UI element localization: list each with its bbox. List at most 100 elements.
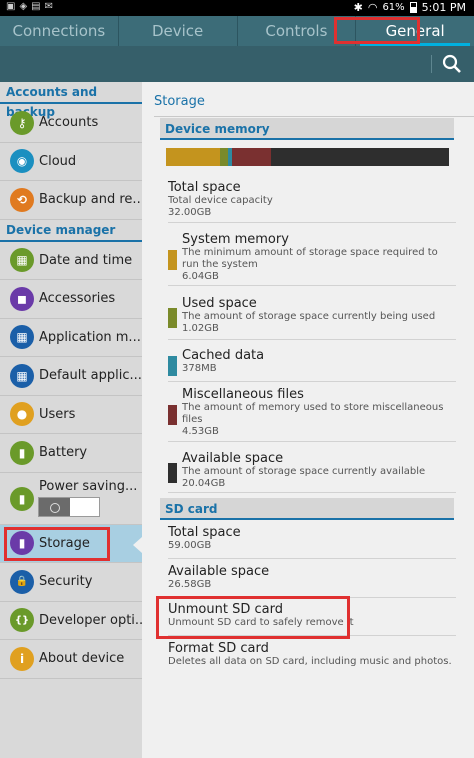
row-value: 6.04GB xyxy=(182,271,219,282)
wifi-icon: ◠ xyxy=(367,1,378,14)
sidebar-item-label: Power saving... xyxy=(39,478,138,494)
tab-device[interactable]: Device xyxy=(119,16,238,46)
search-button[interactable] xyxy=(440,52,464,76)
row-title: System memory xyxy=(182,232,289,247)
row-value: 59.00GB xyxy=(168,540,212,551)
storage-usage-bar xyxy=(166,148,449,166)
sidebar-item-application-manager[interactable]: ▦ Application m... xyxy=(0,319,142,357)
sidebar-item-label: Application m... xyxy=(39,329,141,345)
section-sd-card: SD card xyxy=(160,498,454,520)
row-value: 26.58GB xyxy=(168,579,212,590)
battery-percent: 61% xyxy=(382,2,405,13)
row-title: Used space xyxy=(182,296,257,311)
row-sd-available-space: Available space 26.58GB xyxy=(168,564,456,598)
bluetooth-icon: ✱ xyxy=(353,1,363,14)
row-title: Available space xyxy=(182,451,284,466)
sidebar-item-date-and-time[interactable]: ▦ Date and time xyxy=(0,242,142,280)
sidebar-item-developer-options[interactable]: {} Developer opti... xyxy=(0,602,142,640)
misc-files-swatch xyxy=(168,405,177,425)
sidebar-item-label: Accessories xyxy=(39,291,116,307)
notification-icon: ▤ xyxy=(31,1,41,12)
row-desc: Deletes all data on SD card, including m… xyxy=(168,656,452,667)
row-desc: Total device capacity xyxy=(168,195,273,206)
sidebar-item-accounts[interactable]: ⚷ Accounts xyxy=(0,104,142,143)
row-sd-total-space: Total space 59.00GB xyxy=(168,525,456,559)
cached-data-swatch xyxy=(168,356,177,376)
row-value: 1.02GB xyxy=(182,323,219,334)
usage-bar-segment xyxy=(219,148,229,166)
storage-panel: Storage Device memory Total space Total … xyxy=(142,82,474,758)
sidebar: Accounts and backup ⚷ Accounts ◉ Cloud ⟲… xyxy=(0,82,142,758)
tab-connections[interactable]: Connections xyxy=(0,16,119,46)
notification-icon: ✉ xyxy=(44,1,53,12)
title-divider xyxy=(154,116,474,117)
sidebar-item-about-device[interactable]: i About device xyxy=(0,640,142,679)
available-space-swatch xyxy=(168,463,177,483)
row-miscellaneous-files: Miscellaneous files The amount of memory… xyxy=(168,387,456,442)
sidebar-item-label: Users xyxy=(39,406,76,422)
sidebar-item-users[interactable]: ● Users xyxy=(0,396,142,434)
tab-general-highlight xyxy=(334,17,420,44)
row-value: 20.04GB xyxy=(182,478,226,489)
sidebar-item-battery[interactable]: ▮ Battery xyxy=(0,434,142,473)
sidebar-item-label: Security xyxy=(39,574,93,590)
notification-icon: ◈ xyxy=(19,1,28,12)
backup-icon: ⟲ xyxy=(10,187,34,212)
sidebar-item-label: About device xyxy=(39,651,125,667)
row-value: 4.53GB xyxy=(182,426,219,437)
apps-icon: ▦ xyxy=(10,325,34,350)
row-title: Cached data xyxy=(182,348,265,363)
battery-icon xyxy=(409,2,417,13)
row-value: 378MB xyxy=(182,363,217,374)
row-system-memory: System memory The minimum amount of stor… xyxy=(168,232,456,286)
status-bar: ▣ ◈ ▤ ✉ ✱ ◠ 61% 5:01 PM xyxy=(0,0,474,16)
sidebar-item-label: Battery xyxy=(39,445,88,461)
row-desc: The amount of storage space currently be… xyxy=(182,311,436,322)
row-title: Total space xyxy=(168,180,241,195)
sidebar-item-power-saving[interactable]: ▮ Power saving... xyxy=(0,473,142,525)
sidebar-item-cloud[interactable]: ◉ Cloud xyxy=(0,143,142,181)
toggle-knob xyxy=(39,497,70,516)
usage-bar-segment xyxy=(231,148,272,166)
usage-bar-segment xyxy=(271,148,449,166)
format-sd-card-option[interactable]: Format SD card Deletes all data on SD ca… xyxy=(168,641,456,675)
sidebar-item-label: Developer opti... xyxy=(39,612,142,628)
row-desc: The amount of memory used to store misce… xyxy=(182,402,444,425)
developer-icon: {} xyxy=(10,608,34,633)
default-apps-icon: ▦ xyxy=(10,363,34,388)
section-device-memory: Device memory xyxy=(160,118,454,140)
row-title: Miscellaneous files xyxy=(182,387,304,402)
cloud-icon: ◉ xyxy=(10,149,34,174)
row-title: Available space xyxy=(168,564,270,579)
usage-bar-segment xyxy=(166,148,220,166)
row-available-space: Available space The amount of storage sp… xyxy=(168,451,456,493)
row-title: Total space xyxy=(168,525,241,540)
row-title: Format SD card xyxy=(168,641,269,656)
storage-highlight xyxy=(4,527,110,561)
section-accounts-and-backup: Accounts and backup xyxy=(0,82,142,119)
notification-icons: ▣ ◈ ▤ ✉ xyxy=(6,1,53,12)
row-total-space: Total space Total device capacity 32.00G… xyxy=(168,180,456,223)
notification-icon: ▣ xyxy=(6,1,16,12)
key-icon: ⚷ xyxy=(10,110,34,135)
calendar-icon: ▦ xyxy=(10,248,34,273)
sidebar-item-default-applications[interactable]: ▦ Default applic... xyxy=(0,357,142,396)
power-saving-toggle[interactable] xyxy=(38,496,100,517)
sidebar-item-security[interactable]: 🔒 Security xyxy=(0,563,142,602)
unmount-highlight xyxy=(156,596,350,639)
used-space-swatch xyxy=(168,308,177,328)
action-divider xyxy=(431,55,432,73)
accessories-icon: ◼ xyxy=(10,286,34,311)
sidebar-item-backup[interactable]: ⟲ Backup and re... xyxy=(0,181,142,220)
section-device-manager: Device manager xyxy=(0,219,142,242)
page-title: Storage xyxy=(154,94,205,109)
info-icon: i xyxy=(10,646,34,671)
battery-setting-icon: ▮ xyxy=(10,440,34,465)
sidebar-item-accessories[interactable]: ◼ Accessories xyxy=(0,280,142,319)
sidebar-item-label: Cloud xyxy=(39,153,77,169)
row-desc: The minimum amount of storage space requ… xyxy=(182,247,438,270)
lock-icon: 🔒 xyxy=(10,569,34,594)
search-icon xyxy=(442,54,461,73)
sidebar-item-label: Default applic... xyxy=(39,368,142,384)
sidebar-item-label: Backup and re... xyxy=(39,192,142,208)
